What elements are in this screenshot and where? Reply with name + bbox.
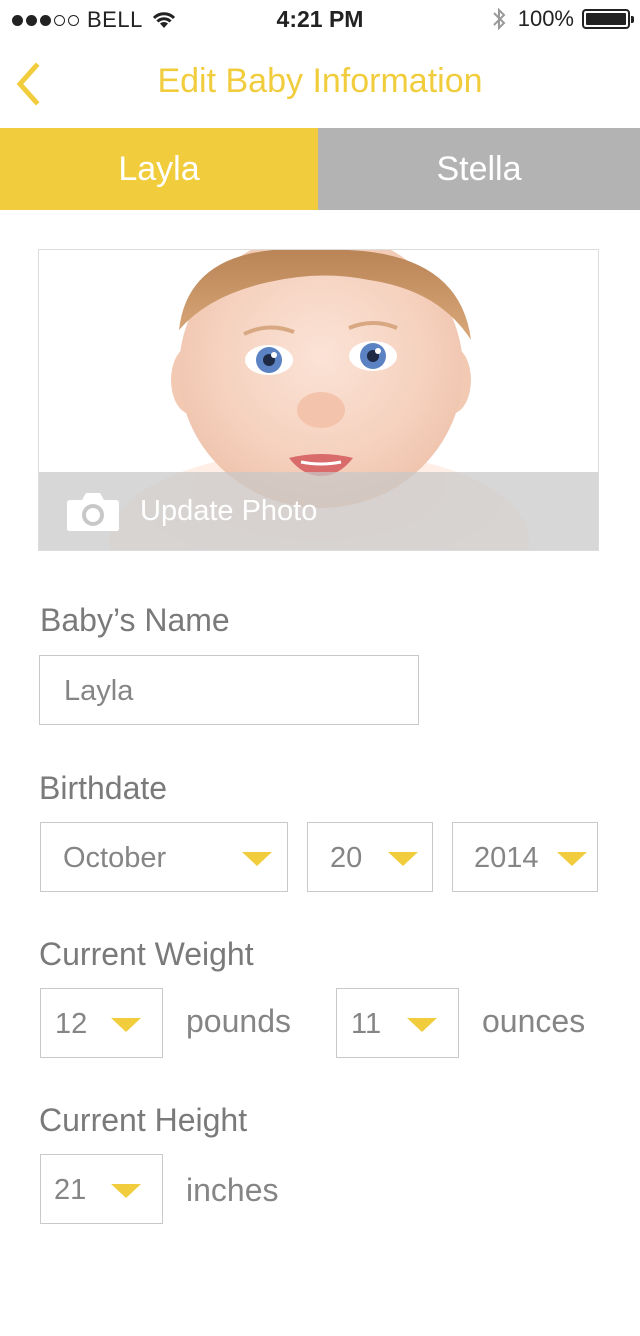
baby-photo: Update Photo bbox=[38, 249, 599, 551]
baby-name-value: Layla bbox=[64, 675, 134, 707]
tab-stella[interactable]: Stella bbox=[318, 128, 640, 210]
current-weight-label: Current Weight bbox=[39, 936, 254, 972]
birth-day-select[interactable]: 20 bbox=[307, 822, 433, 892]
battery-percentage: 100% bbox=[517, 6, 574, 31]
battery-icon bbox=[582, 9, 634, 29]
page-title: Edit Baby Information bbox=[157, 62, 483, 100]
status-bar: BELL 4:21 PM 100% bbox=[0, 0, 640, 40]
status-right: 100% bbox=[492, 6, 634, 32]
pounds-unit-label: pounds bbox=[186, 1003, 291, 1039]
weight-ounces-value: 11 bbox=[351, 1008, 382, 1040]
battery-level bbox=[586, 13, 626, 25]
height-inches-value: 21 bbox=[54, 1174, 87, 1206]
baby-tabs: Layla Stella bbox=[0, 128, 640, 210]
weight-pounds-value: 12 bbox=[55, 1008, 88, 1040]
current-height-label: Current Height bbox=[39, 1102, 248, 1138]
caret-down-icon bbox=[557, 852, 587, 866]
camera-icon bbox=[67, 493, 119, 531]
height-inches-select[interactable]: 21 bbox=[40, 1154, 163, 1224]
update-photo-label: Update Photo bbox=[140, 494, 318, 527]
update-photo-button[interactable]: Update Photo bbox=[39, 472, 598, 550]
birth-month-value: October bbox=[63, 842, 167, 874]
caret-down-icon bbox=[111, 1018, 141, 1032]
ounces-unit-label: ounces bbox=[482, 1003, 586, 1039]
tab-layla[interactable]: Layla bbox=[0, 128, 318, 210]
caret-down-icon bbox=[388, 852, 418, 866]
birth-year-select[interactable]: 2014 bbox=[452, 822, 598, 892]
caret-down-icon bbox=[242, 852, 272, 866]
bluetooth-icon bbox=[493, 7, 506, 31]
baby-name-label: Baby’s Name bbox=[40, 602, 230, 638]
navigation-bar: Edit Baby Information bbox=[0, 40, 640, 128]
weight-pounds-select[interactable]: 12 bbox=[40, 988, 163, 1058]
birth-year-value: 2014 bbox=[474, 842, 539, 874]
caret-down-icon bbox=[407, 1018, 437, 1032]
baby-name-input[interactable]: Layla bbox=[39, 655, 419, 725]
weight-ounces-select[interactable]: 11 bbox=[336, 988, 459, 1058]
birthdate-label: Birthdate bbox=[39, 770, 168, 806]
inches-unit-label: inches bbox=[186, 1172, 279, 1208]
caret-down-icon bbox=[111, 1184, 141, 1198]
birth-month-select[interactable]: October bbox=[40, 822, 288, 892]
birth-day-value: 20 bbox=[330, 842, 363, 874]
